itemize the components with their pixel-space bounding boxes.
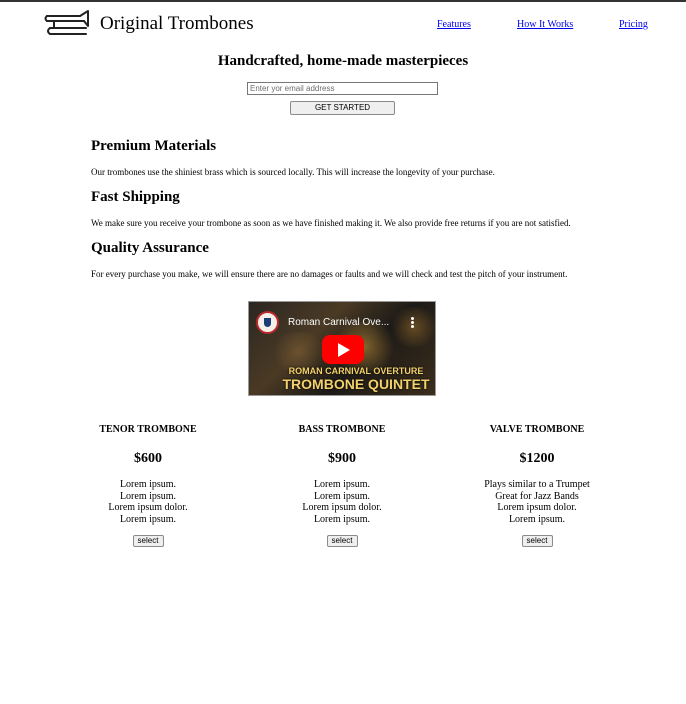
email-input[interactable] <box>247 82 438 95</box>
product-name: BASS TROMBONE <box>298 424 386 435</box>
feature-title-quality-assurance: Quality Assurance <box>91 240 209 256</box>
video-title[interactable]: Roman Carnival Ove... <box>288 317 389 329</box>
get-started-button[interactable]: GET STARTED <box>290 101 395 115</box>
trombone-icon <box>44 10 89 35</box>
product-price: $900 <box>328 451 356 466</box>
product-feature: Lorem ipsum. <box>119 490 177 502</box>
select-button-bass[interactable]: select <box>326 535 358 547</box>
product-card-bass: BASS TROMBONE $900 Lorem ipsum. Lorem ip… <box>252 424 432 548</box>
site-header: Original Trombones Features How It Works… <box>0 2 686 46</box>
video-thumbnail-caption: ROMAN CARNIVAL OVERTURE TROMBONE QUINTET <box>276 366 435 392</box>
product-feature-list: Lorem ipsum. Lorem ipsum. Lorem ipsum do… <box>252 479 432 525</box>
product-price: $600 <box>134 451 162 466</box>
product-feature-list: Lorem ipsum. Lorem ipsum. Lorem ipsum do… <box>58 479 238 525</box>
feature-text-quality-assurance: For every purchase you make, we will ens… <box>91 269 568 279</box>
product-name: TENOR TROMBONE <box>99 424 197 435</box>
play-icon[interactable] <box>322 335 364 364</box>
product-feature: Lorem ipsum. <box>313 490 371 502</box>
product-feature: Lorem ipsum dolor. <box>497 502 577 513</box>
video-caption-line-2: TROMBONE QUINTET <box>282 376 430 392</box>
select-button-tenor[interactable]: select <box>132 535 164 547</box>
product-feature: Great for Jazz Bands <box>495 490 579 502</box>
product-feature: Lorem ipsum. <box>313 479 371 490</box>
more-vertical-icon[interactable] <box>411 317 415 329</box>
product-feature: Lorem ipsum. <box>119 513 177 525</box>
nav-link-how-it-works[interactable]: How It Works <box>517 19 573 31</box>
product-card-valve: VALVE TROMBONE $1200 Plays similar to a … <box>447 424 627 548</box>
video-embed[interactable]: Roman Carnival Ove... ROMAN CARNIVAL OVE… <box>248 301 436 396</box>
product-name: VALVE TROMBONE <box>489 424 585 435</box>
product-feature: Lorem ipsum dolor. <box>302 502 382 513</box>
product-feature-list: Plays similar to a Trumpet Great for Jaz… <box>447 479 627 525</box>
logo-text: Original Trombones <box>100 13 254 34</box>
feature-text-fast-shipping: We make sure you receive your trombone a… <box>91 218 571 228</box>
feature-title-fast-shipping: Fast Shipping <box>91 189 180 205</box>
hero-title: Handcrafted, home-made masterpieces <box>217 53 469 69</box>
select-button-valve[interactable]: select <box>521 535 553 547</box>
channel-avatar-icon[interactable] <box>256 311 279 334</box>
product-feature: Lorem ipsum. <box>508 513 566 525</box>
product-feature: Lorem ipsum. <box>119 479 177 490</box>
feature-title-premium-materials: Premium Materials <box>91 138 217 154</box>
product-feature: Lorem ipsum dolor. <box>108 502 188 513</box>
nav-link-pricing[interactable]: Pricing <box>619 19 648 31</box>
product-feature: Plays similar to a Trumpet <box>484 479 590 490</box>
product-feature: Lorem ipsum. <box>313 513 371 525</box>
product-card-tenor: TENOR TROMBONE $600 Lorem ipsum. Lorem i… <box>58 424 238 548</box>
feature-text-premium-materials: Our trombones use the shiniest brass whi… <box>91 167 495 177</box>
product-price: $1200 <box>519 451 555 466</box>
nav-link-features[interactable]: Features <box>437 19 471 31</box>
